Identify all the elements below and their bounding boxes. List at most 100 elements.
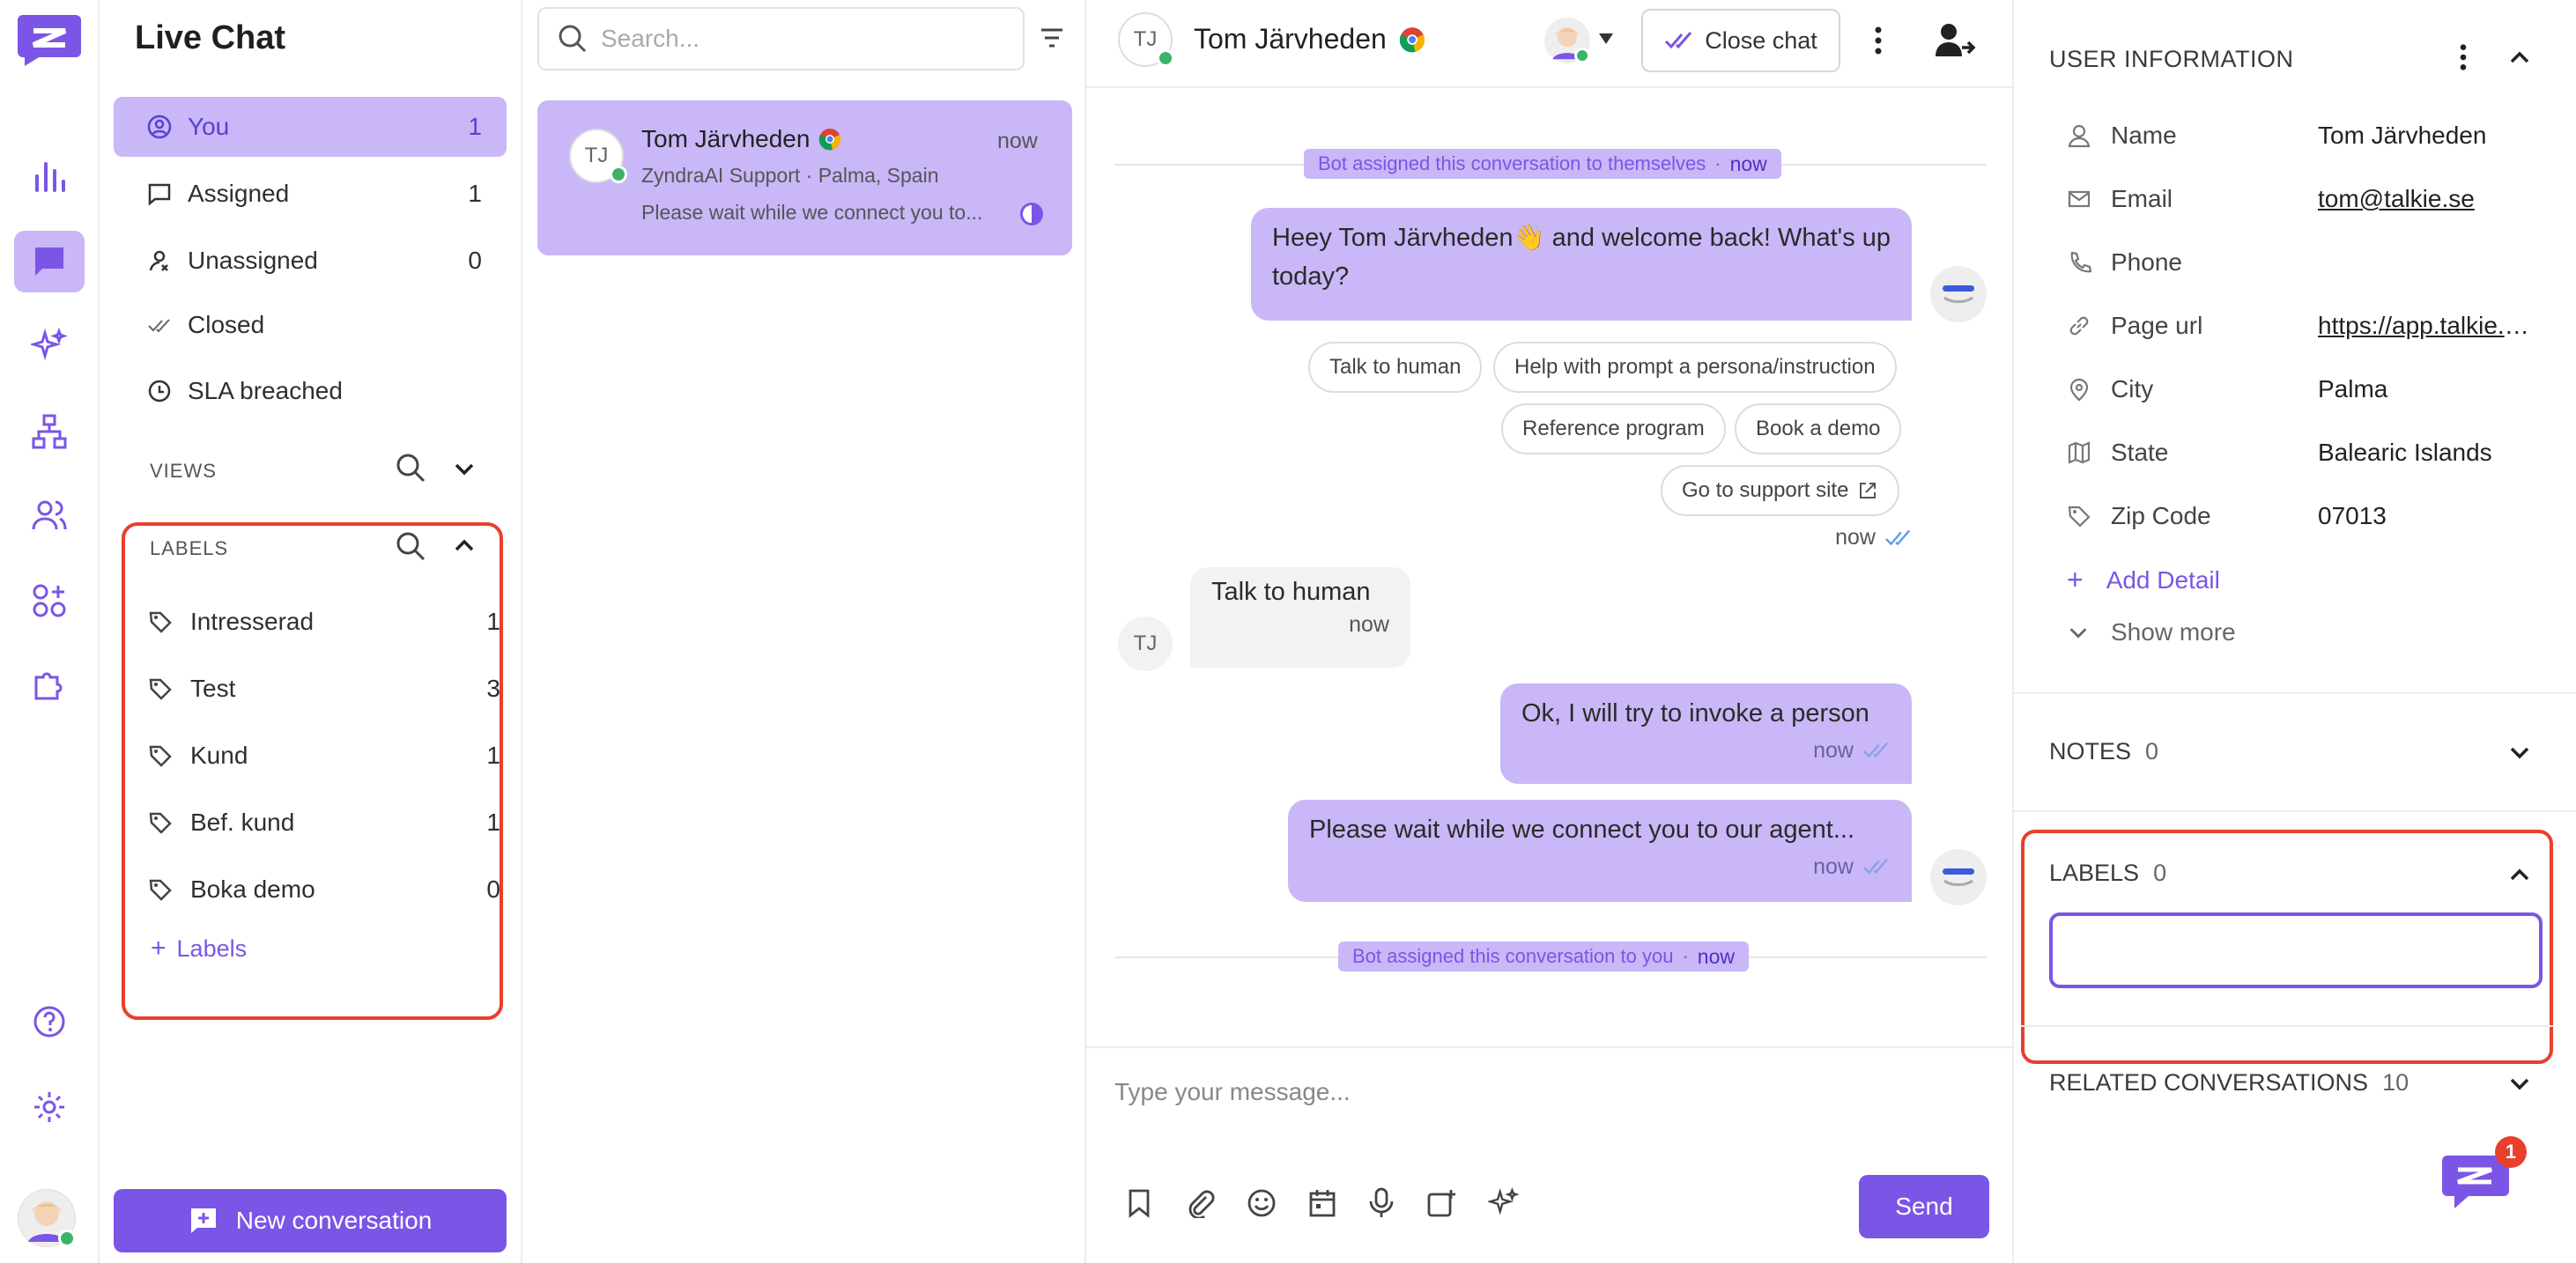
chat-widget-launcher[interactable]: 1 [2442, 1136, 2527, 1215]
email-link[interactable]: tom@talkie.se [2318, 185, 2529, 213]
more-vertical-icon[interactable] [1873, 25, 1884, 56]
sidebar-item-unassigned[interactable]: Unassigned 0 [114, 231, 507, 291]
conversation-card[interactable]: TJ Tom Järvheden now ZyndraAI Support · … [537, 100, 1072, 255]
agent-avatar[interactable] [1544, 18, 1590, 63]
quick-reply-button[interactable]: Reference program [1501, 403, 1726, 454]
quick-reply-button[interactable]: Book a demo [1735, 403, 1902, 454]
chevron-up-icon[interactable] [2507, 863, 2532, 888]
related-label: RELATED CONVERSATIONS [2049, 1069, 2369, 1096]
quick-reply-button[interactable]: Talk to human [1308, 342, 1483, 393]
info-row-zip: Zip Code 07013 [2067, 497, 2560, 535]
search-input[interactable]: Search... [537, 7, 1025, 70]
read-check-icon [1863, 742, 1889, 758]
info-value[interactable]: Tom Järvheden [2318, 122, 2529, 150]
related-conversations-header[interactable]: RELATED CONVERSATIONS 10 [2049, 1069, 2409, 1097]
message-text: Ok, I will try to invoke a person [1521, 699, 1869, 728]
message-composer: Type your message... Send [1086, 1046, 2014, 1263]
quick-reply-button[interactable]: Go to support site [1661, 465, 1900, 516]
add-label-text: Labels [176, 934, 248, 962]
nav-rail [0, 0, 100, 1263]
more-vertical-icon[interactable] [2458, 42, 2469, 72]
user-avatar[interactable] [18, 1189, 76, 1247]
plus-icon: + [151, 934, 167, 963]
help-icon[interactable] [14, 991, 85, 1052]
sidebar-item-label: Assigned [188, 180, 290, 207]
chevron-down-icon[interactable] [2507, 1071, 2532, 1096]
close-chat-button[interactable]: Close chat [1641, 9, 1840, 72]
close-chat-label: Close chat [1705, 26, 1817, 54]
add-detail-link[interactable]: + Add Detail [2067, 564, 2220, 596]
logo-icon[interactable] [14, 9, 85, 70]
chrome-icon [819, 129, 841, 151]
message-time: now [1349, 612, 1389, 637]
chat-contact-name: Tom Järvheden [1194, 23, 1387, 55]
tag-icon [149, 745, 172, 767]
apps-icon[interactable] [14, 570, 85, 632]
contact-name: Tom Järvheden [641, 125, 811, 152]
bookmark-icon[interactable] [1125, 1188, 1153, 1218]
search-placeholder: Search... [601, 25, 700, 52]
status-half-icon [1020, 203, 1043, 225]
bot-avatar [1930, 266, 1987, 322]
conversation-preview: Please wait while we connect you to... [641, 201, 983, 224]
separator-dot: · [1714, 152, 1721, 174]
quick-reply-button[interactable]: Help with prompt a persona/instruction [1493, 342, 1897, 393]
chat-icon[interactable] [14, 231, 85, 292]
search-icon[interactable] [394, 451, 427, 484]
chevron-down-icon[interactable] [452, 456, 477, 481]
labels-heading: LABELS [150, 537, 229, 559]
message-meta: now [1756, 525, 1913, 550]
settings-icon[interactable] [14, 1076, 85, 1138]
label-count: 3 [486, 675, 500, 702]
online-indicator [1157, 49, 1174, 67]
sidebar-item-closed[interactable]: Closed [114, 295, 507, 355]
caret-down-icon[interactable] [1597, 32, 1615, 46]
notes-section-header[interactable]: NOTES 0 [2049, 738, 2158, 765]
sidebar-item-count: 1 [468, 113, 482, 140]
info-value[interactable]: Balearic Islands [2318, 439, 2529, 467]
message-input[interactable]: Type your message... [1114, 1078, 1351, 1106]
sidebar-item-assigned[interactable]: Assigned 1 [114, 164, 507, 224]
message-bubble-outgoing: Please wait while we connect you to our … [1288, 800, 1912, 902]
filter-icon[interactable] [1039, 25, 1065, 51]
add-media-icon[interactable] [1426, 1188, 1456, 1218]
flow-icon[interactable] [14, 401, 85, 462]
calendar-icon[interactable] [1308, 1188, 1336, 1218]
labels-count: 0 [2153, 860, 2167, 886]
sidebar-item-you[interactable]: You 1 [114, 97, 507, 157]
info-value[interactable]: Palma [2318, 375, 2529, 403]
new-conversation-button[interactable]: New conversation [114, 1189, 507, 1252]
chevron-up-icon[interactable] [452, 534, 477, 558]
emoji-icon[interactable] [1247, 1188, 1277, 1218]
add-label-link[interactable]: + Labels [151, 934, 247, 964]
ai-icon[interactable] [14, 315, 85, 377]
assign-user-icon[interactable] [1934, 21, 1976, 60]
labels-section-header[interactable]: LABELS 0 [2049, 860, 2166, 887]
show-more-link[interactable]: Show more [2067, 618, 2236, 646]
reports-icon[interactable] [14, 145, 85, 207]
message-time: now [1813, 854, 1854, 879]
info-value[interactable]: 07013 [2318, 502, 2529, 530]
ai-sparkle-icon[interactable] [1488, 1187, 1520, 1219]
chevron-up-icon[interactable] [2507, 46, 2532, 70]
search-icon[interactable] [394, 529, 427, 563]
chevron-down-icon[interactable] [2507, 740, 2532, 764]
label-item[interactable]: Boka demo 0 [148, 868, 500, 912]
label-item[interactable]: Intresserad 1 [148, 600, 500, 644]
system-time: now [1697, 944, 1735, 968]
microphone-icon[interactable] [1368, 1187, 1395, 1219]
label-count: 1 [486, 742, 500, 769]
label-item[interactable]: Bef. kund 1 [148, 801, 500, 845]
label-item[interactable]: Kund 1 [148, 734, 500, 778]
label-select-input[interactable] [2049, 912, 2543, 988]
sidebar-item-sla-breached[interactable]: SLA breached [114, 361, 507, 421]
system-text: Bot assigned this conversation to you [1352, 945, 1674, 967]
integrations-icon[interactable] [14, 654, 85, 716]
label-count: 1 [486, 608, 500, 635]
page-url-link[interactable]: https://app.talkie.se [2318, 312, 2529, 340]
label-item[interactable]: Test 3 [148, 667, 500, 711]
send-button[interactable]: Send [1859, 1175, 1989, 1238]
label-name: Boka demo [190, 875, 315, 903]
contacts-icon[interactable] [14, 484, 85, 546]
attachment-icon[interactable] [1185, 1188, 1215, 1218]
